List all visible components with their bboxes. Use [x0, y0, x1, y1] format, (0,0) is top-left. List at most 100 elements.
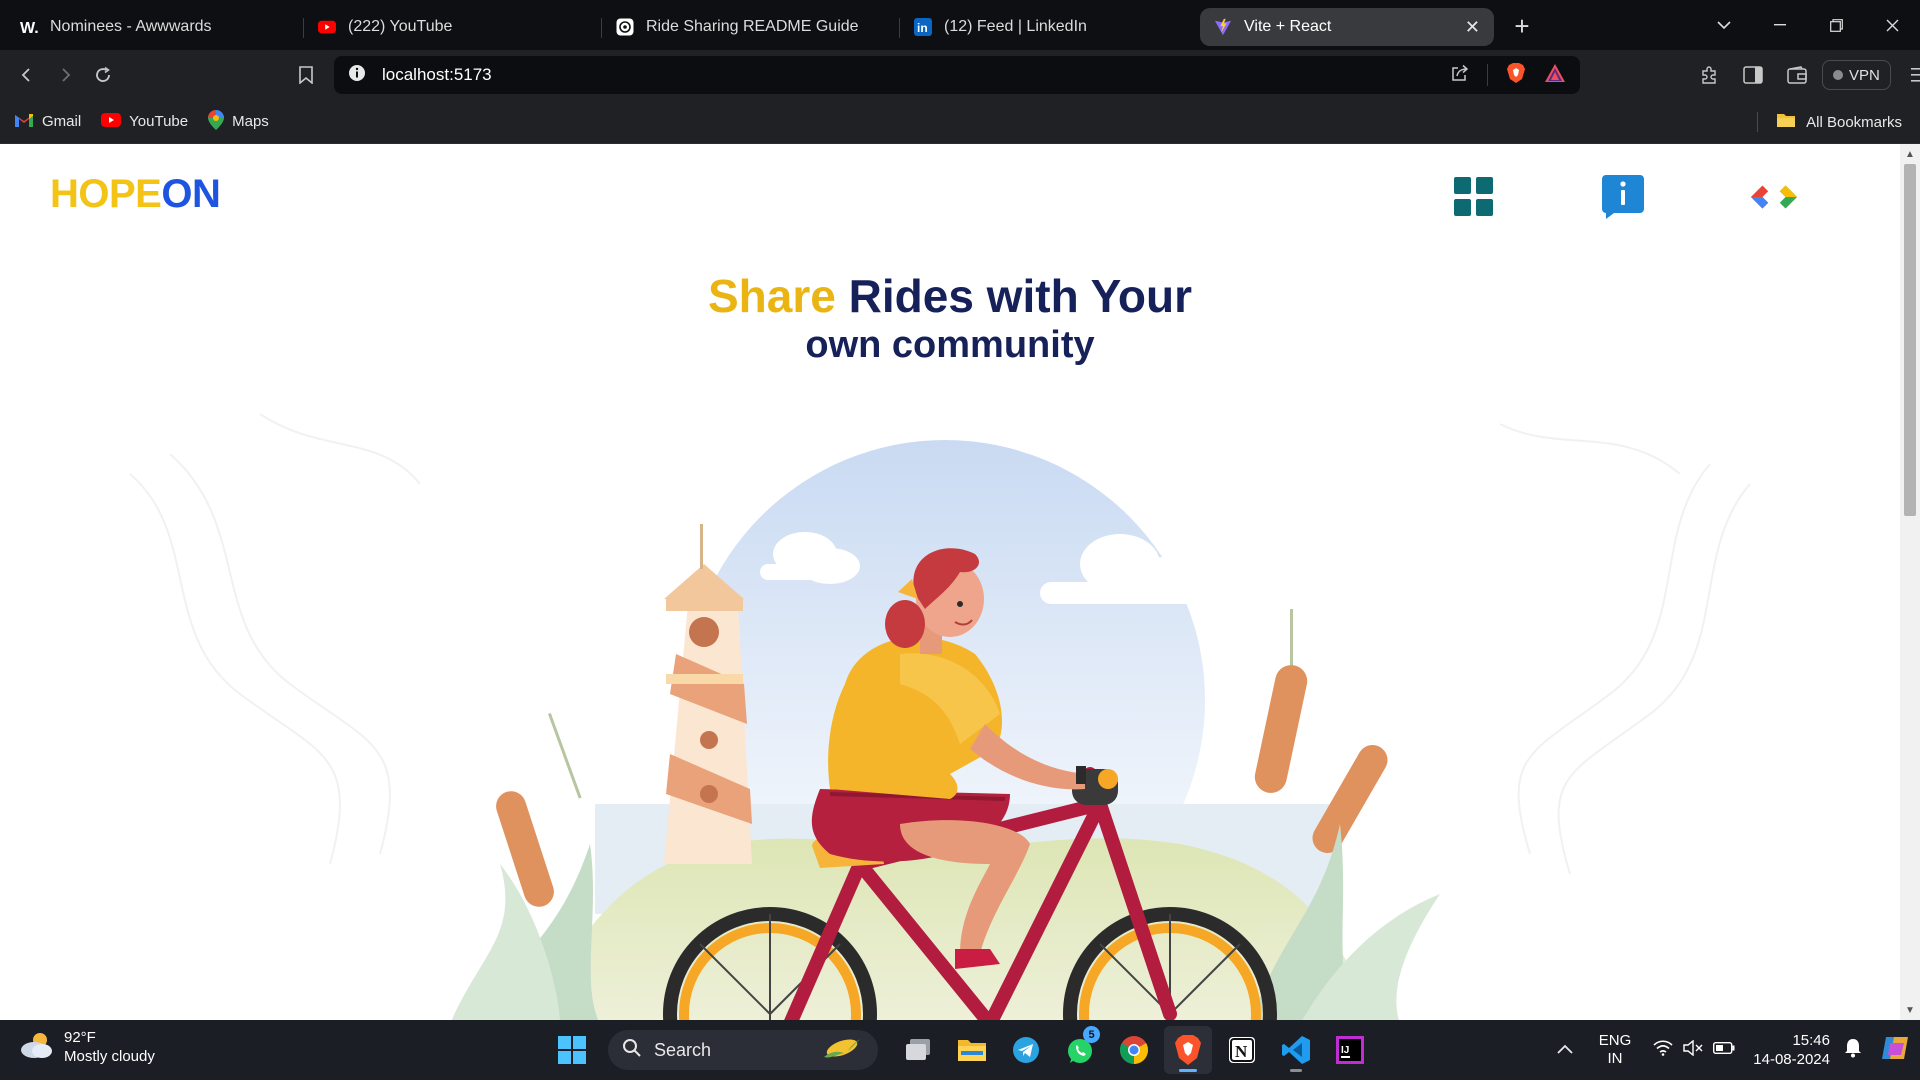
- search-icon: [622, 1038, 642, 1063]
- start-button[interactable]: [548, 1026, 596, 1074]
- language-code: ENG: [1598, 1032, 1632, 1049]
- brave-rewards-icon[interactable]: [1544, 63, 1566, 88]
- all-bookmarks-button[interactable]: All Bookmarks: [1757, 100, 1902, 144]
- vpn-status-dot: [1833, 70, 1843, 80]
- info-icon[interactable]: [1598, 172, 1648, 222]
- svg-text:N: N: [1235, 1042, 1248, 1061]
- back-button[interactable]: [8, 56, 46, 94]
- speaker-muted-icon[interactable]: [1683, 1039, 1703, 1061]
- all-bookmarks-label: All Bookmarks: [1806, 113, 1902, 131]
- corn-search-highlight-icon: [820, 1035, 864, 1066]
- page-scrollbar[interactable]: ▲ ▼: [1900, 144, 1920, 1020]
- tab-title: (12) Feed | LinkedIn: [944, 18, 1087, 35]
- weather-widget[interactable]: 92°F Mostly cloudy: [18, 1028, 155, 1066]
- tab-title: Ride Sharing README Guide: [646, 18, 859, 35]
- vpn-button[interactable]: VPN: [1822, 60, 1891, 90]
- tab-title: Nominees - Awwwards: [50, 18, 212, 35]
- browser-toolbar: localhost:5173 VPN: [0, 50, 1920, 100]
- extensions-icon[interactable]: [1690, 56, 1728, 94]
- restore-button[interactable]: [1808, 0, 1864, 50]
- window-controls: [1696, 0, 1920, 50]
- intellij-icon[interactable]: IJ: [1326, 1026, 1374, 1074]
- menu-icon[interactable]: [1901, 56, 1920, 94]
- vscode-icon[interactable]: [1272, 1026, 1320, 1074]
- chevron-up-icon[interactable]: [1557, 1041, 1573, 1059]
- grid-icon[interactable]: [1449, 172, 1499, 222]
- bookmark-label: YouTube: [129, 113, 189, 130]
- hero-accent-word: Share: [708, 270, 836, 322]
- whatsapp-icon[interactable]: 5: [1056, 1026, 1104, 1074]
- tab-vite-react[interactable]: Vite + React ✕: [1200, 8, 1494, 46]
- search-label: Search: [654, 1039, 712, 1060]
- share-icon[interactable]: [1451, 64, 1469, 87]
- clock-time: 15:46: [1792, 1032, 1830, 1049]
- wifi-icon[interactable]: [1653, 1039, 1673, 1061]
- tab-strip: W. Nominees - Awwwards (222) YouTube Rid…: [0, 0, 1920, 50]
- brave-shields-icon[interactable]: [1506, 62, 1526, 89]
- bookmarks-separator: [1757, 112, 1759, 132]
- bookmark-maps[interactable]: Maps: [208, 109, 269, 134]
- bookmark-label: Maps: [232, 113, 269, 130]
- bookmark-youtube[interactable]: YouTube: [101, 112, 189, 131]
- system-tray: ENG IN 15:46 14-08-2024: [1557, 1020, 1920, 1080]
- notification-bell-icon[interactable]: [1844, 1038, 1862, 1063]
- reload-button[interactable]: [84, 56, 122, 94]
- close-window-button[interactable]: [1864, 0, 1920, 50]
- woman-riding-bicycle-illustration: [129, 413, 1751, 1020]
- header-nav: [0, 172, 1900, 222]
- bookmark-label: Gmail: [42, 113, 82, 130]
- hero-heading: Share Rides with Your own community: [0, 270, 1900, 368]
- language-indicator[interactable]: ENG IN: [1599, 1032, 1632, 1068]
- new-tab-button[interactable]: +: [1504, 8, 1540, 44]
- bookmark-page-button[interactable]: [287, 56, 325, 94]
- hero-line-2: own community: [805, 324, 1095, 366]
- tab-readme-guide[interactable]: Ride Sharing README Guide: [602, 8, 900, 46]
- copilot-icon[interactable]: [1880, 1033, 1910, 1068]
- telegram-icon[interactable]: [1002, 1026, 1050, 1074]
- notification-badge: 5: [1083, 1026, 1100, 1043]
- taskbar-search-box[interactable]: Search: [608, 1030, 878, 1070]
- taskbar-apps: Search 5 N IJ: [548, 1026, 1374, 1074]
- site-info-icon[interactable]: [348, 64, 366, 87]
- running-indicator: [1290, 1069, 1302, 1072]
- tab-search-button[interactable]: [1696, 0, 1752, 50]
- chrome-icon[interactable]: [1110, 1026, 1158, 1074]
- chatgpt-icon: [616, 18, 634, 36]
- clock[interactable]: 15:46 14-08-2024: [1753, 1031, 1830, 1069]
- svg-text:W.: W.: [20, 20, 38, 36]
- url-text[interactable]: localhost:5173: [382, 65, 492, 85]
- brave-browser-icon[interactable]: [1164, 1026, 1212, 1074]
- task-view-icon[interactable]: [894, 1026, 942, 1074]
- tab-title: (222) YouTube: [348, 18, 453, 35]
- active-indicator: [1179, 1069, 1197, 1072]
- weather-temp: 92°F: [64, 1029, 96, 1046]
- tab-awwwards[interactable]: W. Nominees - Awwwards: [6, 8, 304, 46]
- file-explorer-icon[interactable]: [948, 1026, 996, 1074]
- scroll-thumb[interactable]: [1904, 164, 1916, 516]
- battery-icon[interactable]: [1713, 1041, 1735, 1059]
- scroll-up-arrow-icon[interactable]: ▲: [1900, 146, 1920, 162]
- awwwards-icon: W.: [20, 18, 38, 36]
- tab-youtube[interactable]: (222) YouTube: [304, 8, 602, 46]
- minimize-button[interactable]: [1752, 0, 1808, 50]
- weather-condition: Mostly cloudy: [64, 1048, 155, 1065]
- close-tab-icon[interactable]: ✕: [1465, 17, 1480, 38]
- notion-icon[interactable]: N: [1218, 1026, 1266, 1074]
- address-bar[interactable]: localhost:5173: [334, 56, 1580, 94]
- cloud-sun-icon: [18, 1030, 54, 1065]
- bookmark-gmail[interactable]: Gmail: [14, 112, 81, 132]
- bookmarks-bar: Gmail YouTube Maps All Bookmarks: [0, 100, 1920, 144]
- svg-text:in: in: [917, 21, 928, 35]
- wallet-icon[interactable]: [1778, 56, 1816, 94]
- gmail-icon: [14, 112, 34, 132]
- tab-linkedin[interactable]: in (12) Feed | LinkedIn: [900, 8, 1198, 46]
- page-viewport: HOPEON Share Rides with Your own communi…: [0, 144, 1900, 1020]
- scroll-down-arrow-icon[interactable]: ▼: [1900, 1002, 1920, 1018]
- sidebar-toggle-icon[interactable]: [1734, 56, 1772, 94]
- youtube-icon: [101, 112, 122, 131]
- clock-date: 14-08-2024: [1753, 1051, 1830, 1068]
- vite-icon: [1214, 18, 1232, 36]
- forward-button[interactable]: [46, 56, 84, 94]
- svg-text:IJ: IJ: [1341, 1045, 1349, 1056]
- code-icon[interactable]: [1749, 172, 1799, 222]
